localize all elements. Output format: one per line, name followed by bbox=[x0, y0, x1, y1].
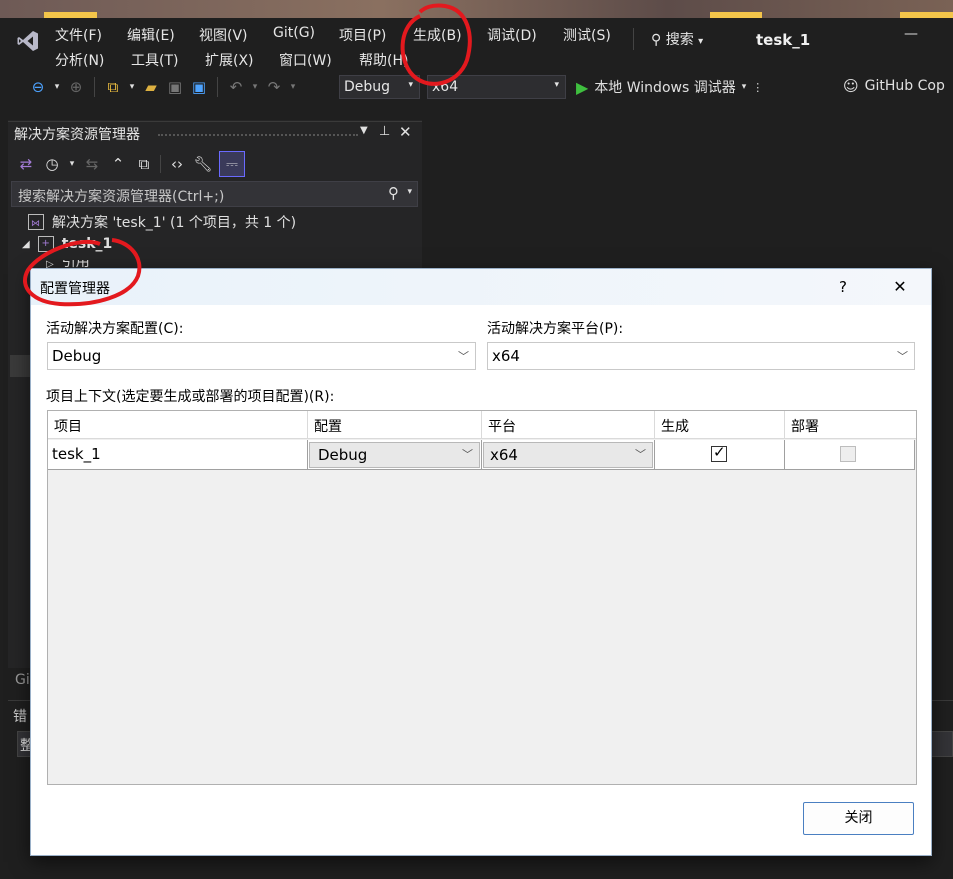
annotation-circle-dialog-title bbox=[23, 238, 142, 307]
annotation-circle-build-menu bbox=[400, 3, 472, 86]
red-annotation-overlay bbox=[23, 3, 472, 307]
